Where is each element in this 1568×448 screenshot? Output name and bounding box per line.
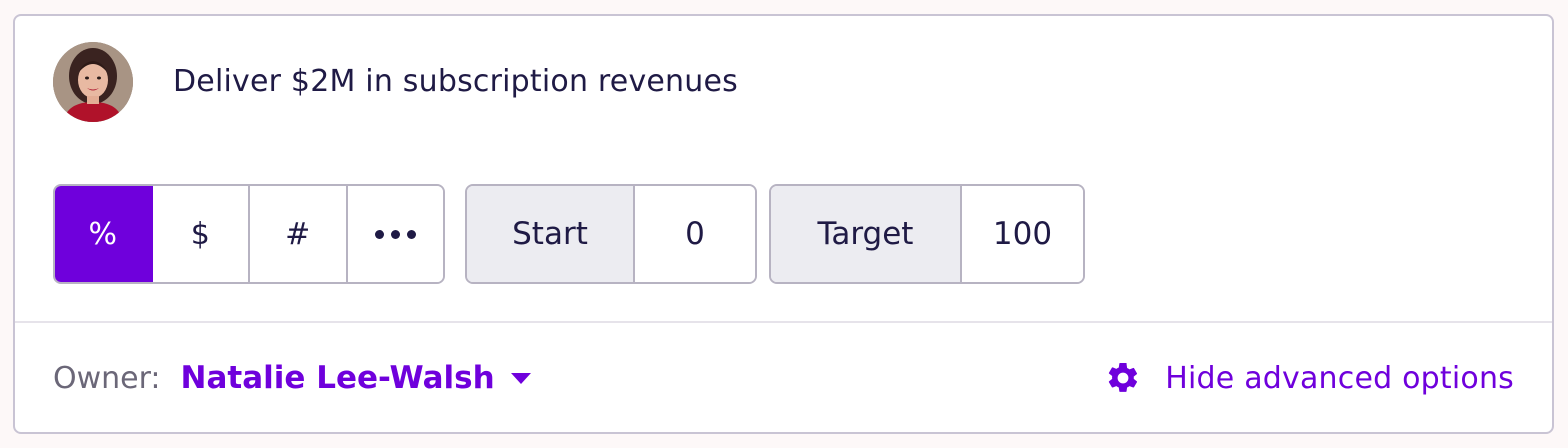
hide-advanced-options-button[interactable]: Hide advanced options [1105, 358, 1514, 398]
owner-row: Owner: Natalie Lee-Walsh [53, 358, 531, 398]
divider [15, 321, 1552, 323]
target-field: Target 100 [769, 184, 1085, 284]
owner-dropdown[interactable]: Natalie Lee-Walsh [181, 360, 495, 396]
start-label: Start [467, 186, 635, 282]
unit-more-button[interactable] [347, 186, 443, 282]
target-input[interactable]: 100 [962, 186, 1083, 282]
ellipsis-icon [374, 229, 416, 239]
goal-editor: Deliver $2M in subscription revenues % $… [15, 16, 1552, 322]
unit-dollar-button[interactable]: $ [152, 186, 250, 282]
avatar-image [53, 42, 133, 122]
unit-percent-button[interactable]: % [55, 186, 153, 282]
owner-avatar [53, 42, 133, 122]
target-label: Target [771, 186, 962, 282]
start-input[interactable]: 0 [635, 186, 755, 282]
owner-label: Owner: [53, 360, 161, 396]
start-field: Start 0 [465, 184, 757, 284]
gear-icon [1109, 362, 1138, 392]
chevron-down-icon[interactable] [510, 372, 531, 384]
hide-advanced-options-label: Hide advanced options [1165, 360, 1514, 396]
unit-number-button[interactable]: # [250, 186, 348, 282]
goal-title[interactable]: Deliver $2M in subscription revenues [173, 62, 738, 102]
goal-card: Deliver $2M in subscription revenues % $… [13, 14, 1554, 434]
unit-type-selector: % $ # [53, 184, 445, 284]
